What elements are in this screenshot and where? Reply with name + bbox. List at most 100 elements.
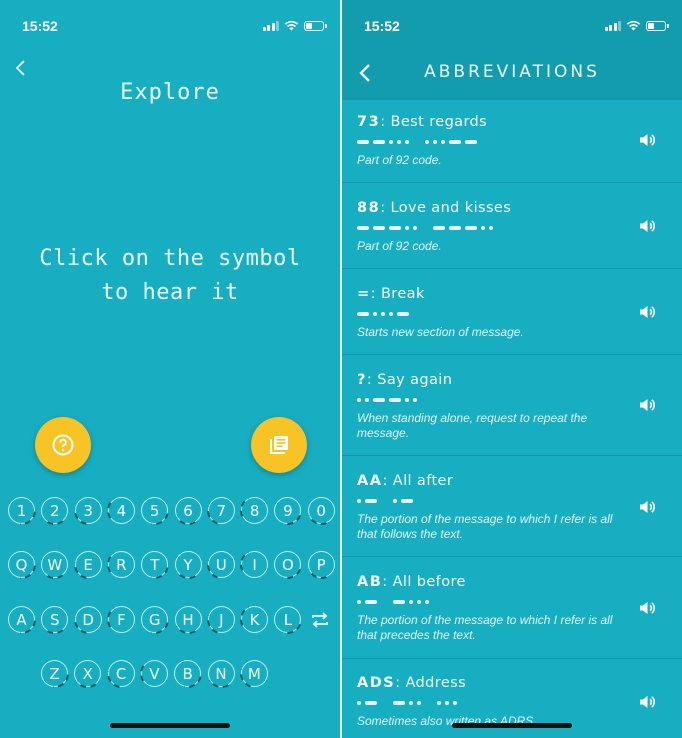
key-o[interactable]: O <box>268 545 308 584</box>
explore-screen: 15:52 Explore Click on the symbol to hea… <box>0 0 341 738</box>
key-4[interactable]: 4 <box>104 493 139 528</box>
key-l[interactable]: L <box>268 600 308 639</box>
morse-dash <box>357 140 369 144</box>
key-m[interactable]: M <box>234 653 274 694</box>
library-books-icon <box>270 436 288 454</box>
morse-dot <box>425 600 429 604</box>
keyboard-row4: ZXCVBNM <box>0 653 340 694</box>
key-v[interactable]: V <box>137 656 172 691</box>
morse-dot <box>389 312 393 316</box>
status-icons <box>262 20 327 31</box>
list-item[interactable]: ?: Say again When standing alone, reques… <box>342 355 682 456</box>
key-x[interactable]: X <box>71 657 104 690</box>
key-d[interactable]: D <box>67 599 109 640</box>
item-title: AB: All before <box>357 574 466 590</box>
item-abbr: ADS <box>357 675 396 691</box>
speaker-icon[interactable] <box>638 131 656 149</box>
keyboard-row3: ASDFGHJKL <box>0 599 340 640</box>
key-e[interactable]: E <box>67 544 109 585</box>
instruction-line-1: Click on the symbol <box>39 246 301 271</box>
key-9[interactable]: 9 <box>268 491 308 530</box>
key-c[interactable]: C <box>100 653 142 694</box>
morse-dot <box>357 398 361 402</box>
key-z[interactable]: Z <box>34 653 75 694</box>
key-7[interactable]: 7 <box>201 490 241 531</box>
instruction-line-2: to hear it <box>101 280 239 305</box>
list-item[interactable]: =: Break Starts new section of message. <box>342 269 682 355</box>
morse-ring <box>268 600 308 639</box>
morse-dot <box>409 600 413 604</box>
speaker-icon[interactable] <box>638 599 656 617</box>
speaker-icon[interactable] <box>638 217 656 235</box>
morse-ring <box>71 657 104 690</box>
morse-dot <box>389 140 393 144</box>
morse-ring <box>134 490 175 531</box>
key-1[interactable]: 1 <box>1 490 42 531</box>
morse-ring <box>67 599 109 640</box>
list-item[interactable]: 88: Love and kisses Part of 92 code. <box>342 183 682 269</box>
help-button[interactable] <box>35 417 91 473</box>
key-f[interactable]: F <box>104 602 139 637</box>
key-0[interactable]: 0 <box>302 491 340 530</box>
morse-dot <box>373 312 377 316</box>
morse-dash <box>389 398 401 402</box>
key-y[interactable]: Y <box>170 546 206 583</box>
key-8[interactable]: 8 <box>236 492 274 529</box>
morse-ring <box>268 545 308 584</box>
speaker-icon[interactable] <box>638 498 656 516</box>
morse-dot <box>441 140 445 144</box>
key-n[interactable]: N <box>203 655 239 692</box>
morse-ring <box>67 544 109 585</box>
key-k[interactable]: K <box>236 601 274 638</box>
morse-dot <box>417 600 421 604</box>
speaker-icon[interactable] <box>638 693 656 711</box>
morse-ring <box>236 546 274 583</box>
morse-dash <box>393 600 405 604</box>
abbreviations-button[interactable] <box>251 417 307 473</box>
morse-dot <box>409 701 413 705</box>
repeat-icon[interactable] <box>308 610 332 630</box>
morse-ring <box>104 547 139 582</box>
key-3[interactable]: 3 <box>67 490 109 531</box>
morse-dash <box>365 600 377 604</box>
key-q[interactable]: Q <box>1 544 42 585</box>
key-j[interactable]: J <box>201 599 241 640</box>
list-item[interactable]: 73: Best regards Part of 92 code. <box>342 100 682 183</box>
key-b[interactable]: B <box>167 653 208 694</box>
speaker-icon[interactable] <box>638 396 656 414</box>
list-item[interactable]: AA: All after The portion of the message… <box>342 456 682 557</box>
item-description: Part of 92 code. <box>357 239 442 253</box>
morse-ring <box>1 544 42 585</box>
morse-dot <box>425 140 429 144</box>
key-r[interactable]: R <box>104 547 139 582</box>
key-h[interactable]: H <box>170 601 206 638</box>
key-a[interactable]: A <box>1 599 42 640</box>
key-s[interactable]: S <box>38 603 71 636</box>
list-item[interactable]: AB: All before The portion of the messag… <box>342 557 682 659</box>
chevron-left-icon[interactable] <box>12 58 32 78</box>
home-indicator <box>452 723 572 728</box>
speaker-icon[interactable] <box>638 303 656 321</box>
key-6[interactable]: 6 <box>170 492 206 529</box>
morse-dot <box>393 499 397 503</box>
page-title: ABBREVIATIONS <box>424 62 600 82</box>
battery-icon <box>646 20 669 31</box>
key-p[interactable]: P <box>302 545 340 584</box>
morse-dash <box>365 499 377 503</box>
morse-ring <box>170 601 206 638</box>
key-5[interactable]: 5 <box>134 490 175 531</box>
item-description: Starts new section of message. <box>357 325 524 339</box>
morse-dash <box>393 701 405 705</box>
page-title: Explore <box>120 80 220 105</box>
keyboard-row1: 1234567890 <box>0 490 340 531</box>
morse-dot <box>397 140 401 144</box>
key-2[interactable]: 2 <box>38 494 71 527</box>
key-u[interactable]: U <box>201 544 241 585</box>
key-t[interactable]: T <box>134 544 175 585</box>
key-w[interactable]: W <box>38 548 71 581</box>
morse-dash <box>401 499 413 503</box>
key-i[interactable]: I <box>236 546 274 583</box>
item-title: 73: Best regards <box>357 114 487 130</box>
morse-dash <box>433 226 445 230</box>
key-g[interactable]: G <box>134 599 175 640</box>
